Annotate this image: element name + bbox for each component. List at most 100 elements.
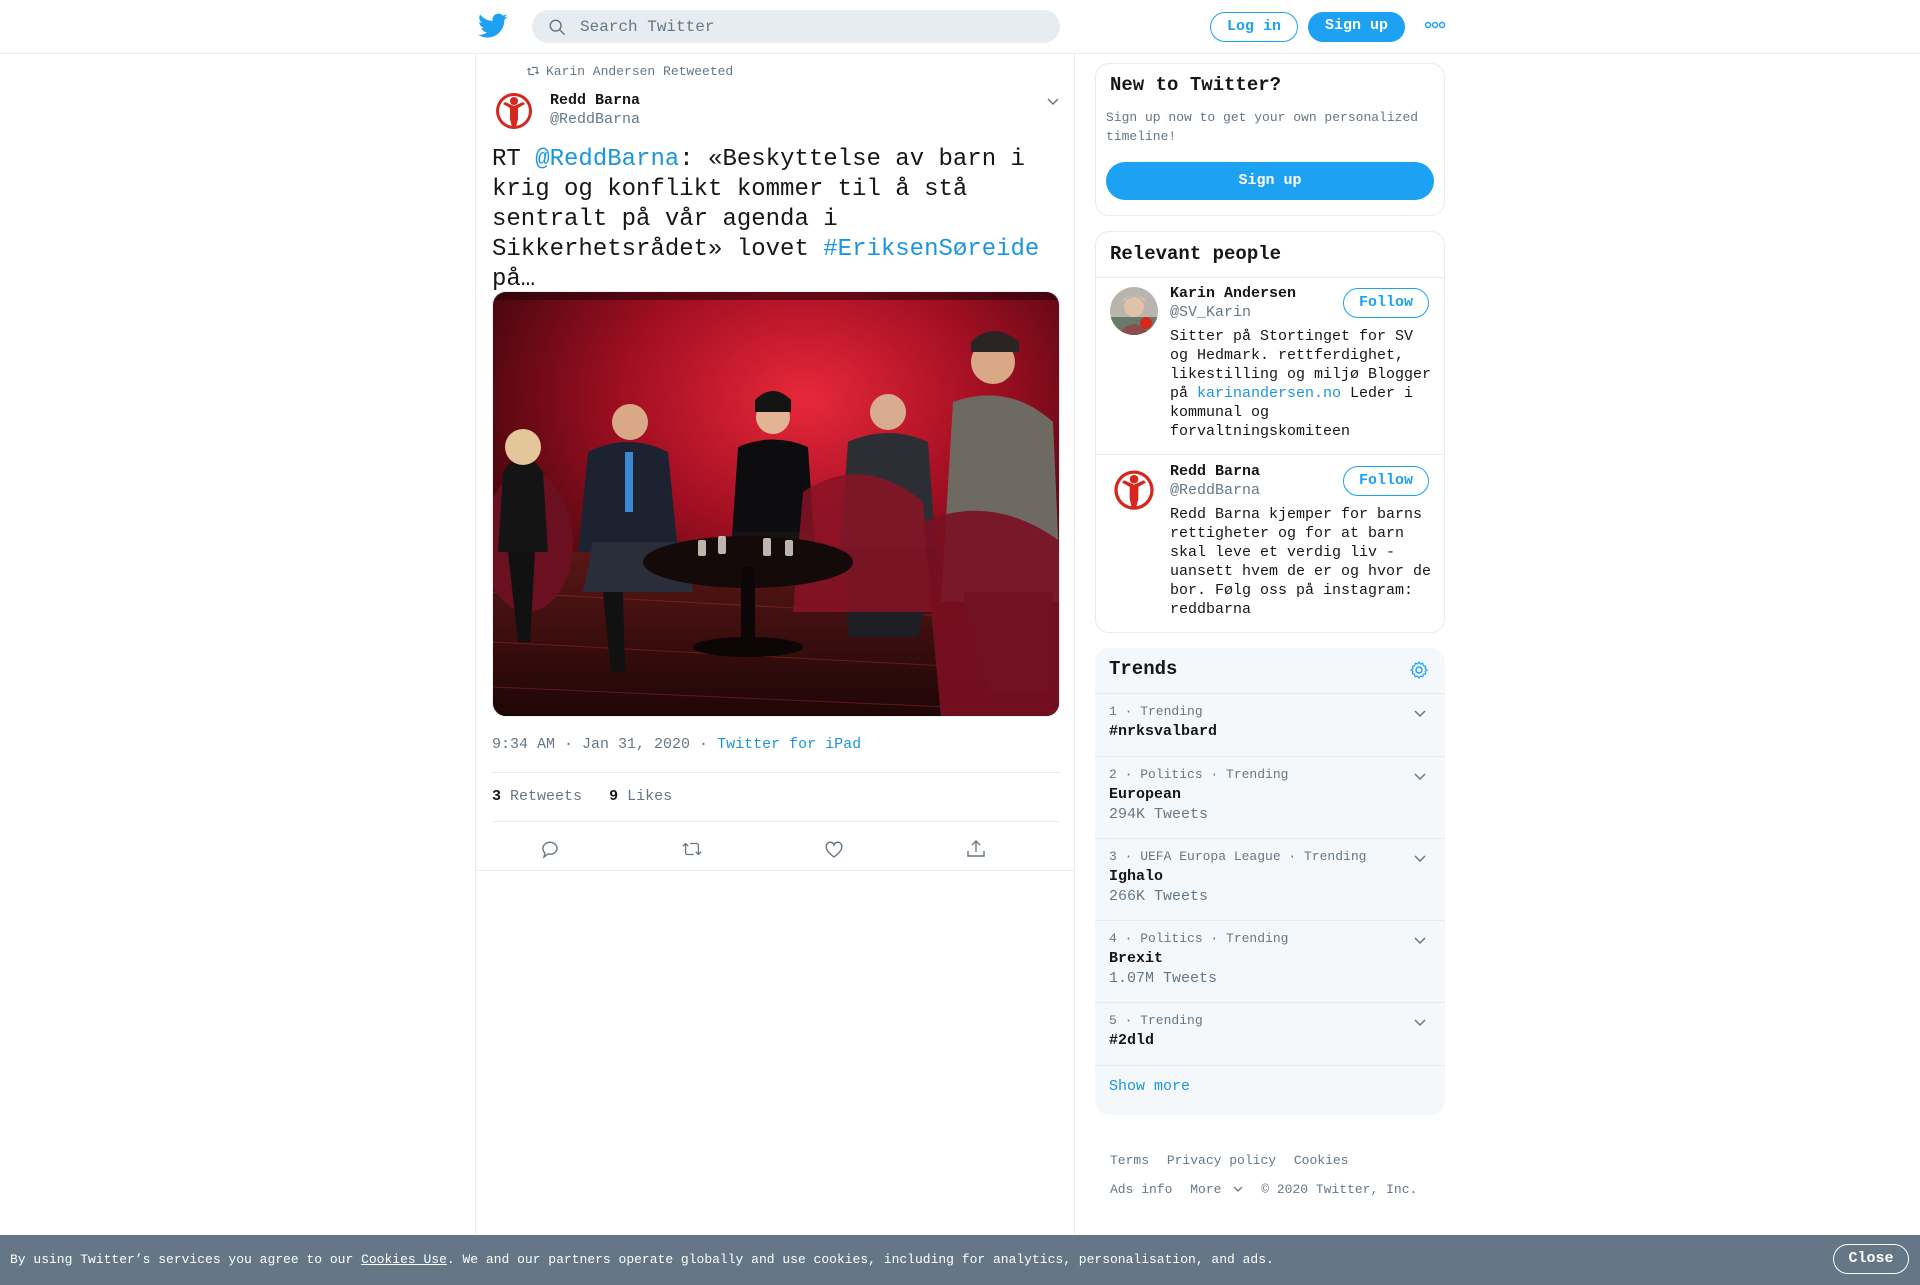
cookie-banner: By using Twitter’s services you agree to… (0, 1235, 1920, 1285)
trend-item[interactable]: 4 · Politics · Trending Brexit 1.07M Twe… (1095, 921, 1445, 1003)
chevron-down-icon[interactable] (1413, 933, 1427, 947)
close-button[interactable]: Close (1833, 1244, 1909, 1274)
meta-separator: · (690, 736, 718, 753)
tweet-timestamp[interactable]: 9:34 AM · Jan 31, 2020 (492, 736, 690, 753)
trend-item[interactable]: 5 · Trending #2dld (1095, 1003, 1445, 1066)
top-header: Log in Sign up (0, 0, 1920, 54)
chevron-down-icon[interactable] (1413, 769, 1427, 783)
tweet-actions (492, 824, 1060, 872)
retweeted-by[interactable]: Karin Andersen Retweeted (526, 64, 733, 79)
person-bio: Redd Barna kjemper for barns rettigheter… (1170, 506, 1432, 618)
cookies-link[interactable]: Cookies (1294, 1153, 1349, 1168)
copyright: © 2020 Twitter, Inc. (1261, 1182, 1418, 1197)
terms-link[interactable]: Terms (1110, 1153, 1149, 1168)
sign-up-button[interactable]: Sign up (1308, 12, 1405, 42)
show-more-link[interactable]: Show more (1109, 1078, 1190, 1095)
twitter-bird-icon[interactable] (478, 13, 508, 39)
person-bio: Sitter på Stortinget for SV og Hedmark. … (1170, 327, 1438, 441)
more-dots-icon[interactable] (1424, 20, 1446, 30)
trend-meta: 3 · UEFA Europa League · Trending (1109, 849, 1367, 864)
new-to-twitter-description: Sign up now to get your own personalized… (1106, 110, 1419, 144)
chevron-down-icon (1233, 1186, 1243, 1192)
hashtag-link[interactable]: #EriksenSøreide (823, 236, 1039, 263)
trend-name: Ighalo (1109, 868, 1164, 885)
more-link[interactable]: More (1190, 1182, 1243, 1197)
person-name[interactable]: Karin Andersen (1170, 285, 1296, 302)
search-box[interactable] (532, 10, 1060, 43)
chevron-down-icon[interactable] (1046, 94, 1060, 108)
trend-name: #2dld (1109, 1032, 1155, 1049)
retweets-label: Retweets (510, 788, 583, 805)
person-handle[interactable]: @SV_Karin (1170, 304, 1251, 321)
likes-stat[interactable]: 9 Likes (609, 788, 672, 805)
tweet-photo[interactable] (492, 291, 1060, 717)
gear-icon[interactable] (1409, 660, 1429, 680)
avatar[interactable] (1110, 287, 1158, 335)
tweet-meta: 9:34 AM · Jan 31, 2020 · Twitter for iPa… (492, 736, 861, 753)
relevant-people-title: Relevant people (1110, 243, 1282, 265)
tweet-column: Karin Andersen Retweeted Redd Barna @Red… (475, 54, 1075, 1234)
divider (476, 870, 1074, 871)
search-input[interactable] (580, 10, 1040, 43)
trend-meta: 5 · Trending (1109, 1013, 1203, 1028)
tweet-stats: 3 Retweets 9 Likes (492, 772, 1060, 822)
trend-name: Brexit (1109, 950, 1164, 967)
cookie-text: By using Twitter’s services you agree to… (10, 1252, 362, 1267)
trend-name: European (1109, 786, 1182, 803)
trend-name: #nrksvalbard (1109, 723, 1218, 740)
retweet-icon[interactable] (681, 838, 703, 860)
divider (1096, 277, 1444, 278)
tweet-text-part: på… (492, 266, 536, 293)
share-icon[interactable] (965, 838, 987, 860)
trend-count: 266K Tweets (1109, 888, 1209, 905)
new-to-twitter-card: New to Twitter? Sign up now to get your … (1095, 63, 1445, 216)
reply-icon[interactable] (539, 838, 561, 860)
person-handle[interactable]: @ReddBarna (1170, 482, 1260, 499)
trends-card: Trends 1 · Trending #nrksvalbard 2 · Pol… (1095, 648, 1445, 1115)
likes-label: Likes (627, 788, 673, 805)
redd-barna-avatar[interactable] (492, 88, 536, 132)
tweet-author-handle[interactable]: @ReddBarna (550, 111, 640, 128)
likes-count: 9 (609, 788, 619, 805)
chevron-down-icon[interactable] (1413, 706, 1427, 720)
retweet-icon (526, 66, 540, 76)
mention-link[interactable]: @ReddBarna (535, 146, 679, 173)
search-icon (549, 19, 565, 35)
tweet-source-link[interactable]: Twitter for iPad (717, 736, 861, 753)
ads-info-link[interactable]: Ads info (1110, 1182, 1172, 1197)
sidebar-sign-up-button[interactable]: Sign up (1106, 162, 1434, 200)
cookies-use-link[interactable]: Cookies Use (361, 1252, 447, 1267)
trend-meta: 1 · Trending (1109, 704, 1203, 719)
trends-title: Trends (1109, 658, 1178, 680)
cookie-message: By using Twitter’s services you agree to… (10, 1252, 1274, 1267)
new-to-twitter-title: New to Twitter? (1110, 74, 1282, 96)
tweet-text-part: RT (492, 146, 536, 173)
trend-meta: 2 · Politics · Trending (1109, 767, 1289, 782)
chevron-down-icon[interactable] (1413, 1015, 1427, 1029)
divider (1096, 454, 1444, 455)
relevant-people-card: Relevant people Karin Andersen @SV_Karin… (1095, 231, 1445, 633)
retweets-count: 3 (492, 788, 502, 805)
trend-item[interactable]: 3 · UEFA Europa League · Trending Ighalo… (1095, 839, 1445, 921)
trend-meta: 4 · Politics · Trending (1109, 931, 1289, 946)
privacy-link[interactable]: Privacy policy (1167, 1153, 1276, 1168)
person-name[interactable]: Redd Barna (1170, 463, 1260, 480)
follow-button[interactable]: Follow (1343, 288, 1429, 318)
retweets-stat[interactable]: 3 Retweets (492, 788, 582, 805)
cookie-text: . We and our partners operate globally a… (446, 1252, 1274, 1267)
trend-count: 1.07M Tweets (1109, 970, 1218, 987)
more-label: More (1190, 1182, 1222, 1197)
log-in-button[interactable]: Log in (1210, 12, 1298, 42)
bio-link[interactable]: karinandersen.no (1197, 385, 1341, 402)
footer-links: Terms Privacy policy Cookies Ads info Mo… (1110, 1146, 1427, 1204)
tweet-author-name[interactable]: Redd Barna (550, 92, 640, 109)
chevron-down-icon[interactable] (1413, 851, 1427, 865)
retweeted-by-text: Karin Andersen Retweeted (546, 64, 734, 79)
heart-icon[interactable] (823, 838, 845, 860)
follow-button[interactable]: Follow (1343, 466, 1429, 496)
trend-item[interactable]: 1 · Trending #nrksvalbard (1095, 694, 1445, 757)
avatar[interactable] (1110, 465, 1158, 513)
tweet-text: RT @ReddBarna: «Beskyttelse av barn i kr… (492, 145, 1062, 295)
trend-item[interactable]: 2 · Politics · Trending European 294K Tw… (1095, 757, 1445, 839)
trend-count: 294K Tweets (1109, 806, 1209, 823)
